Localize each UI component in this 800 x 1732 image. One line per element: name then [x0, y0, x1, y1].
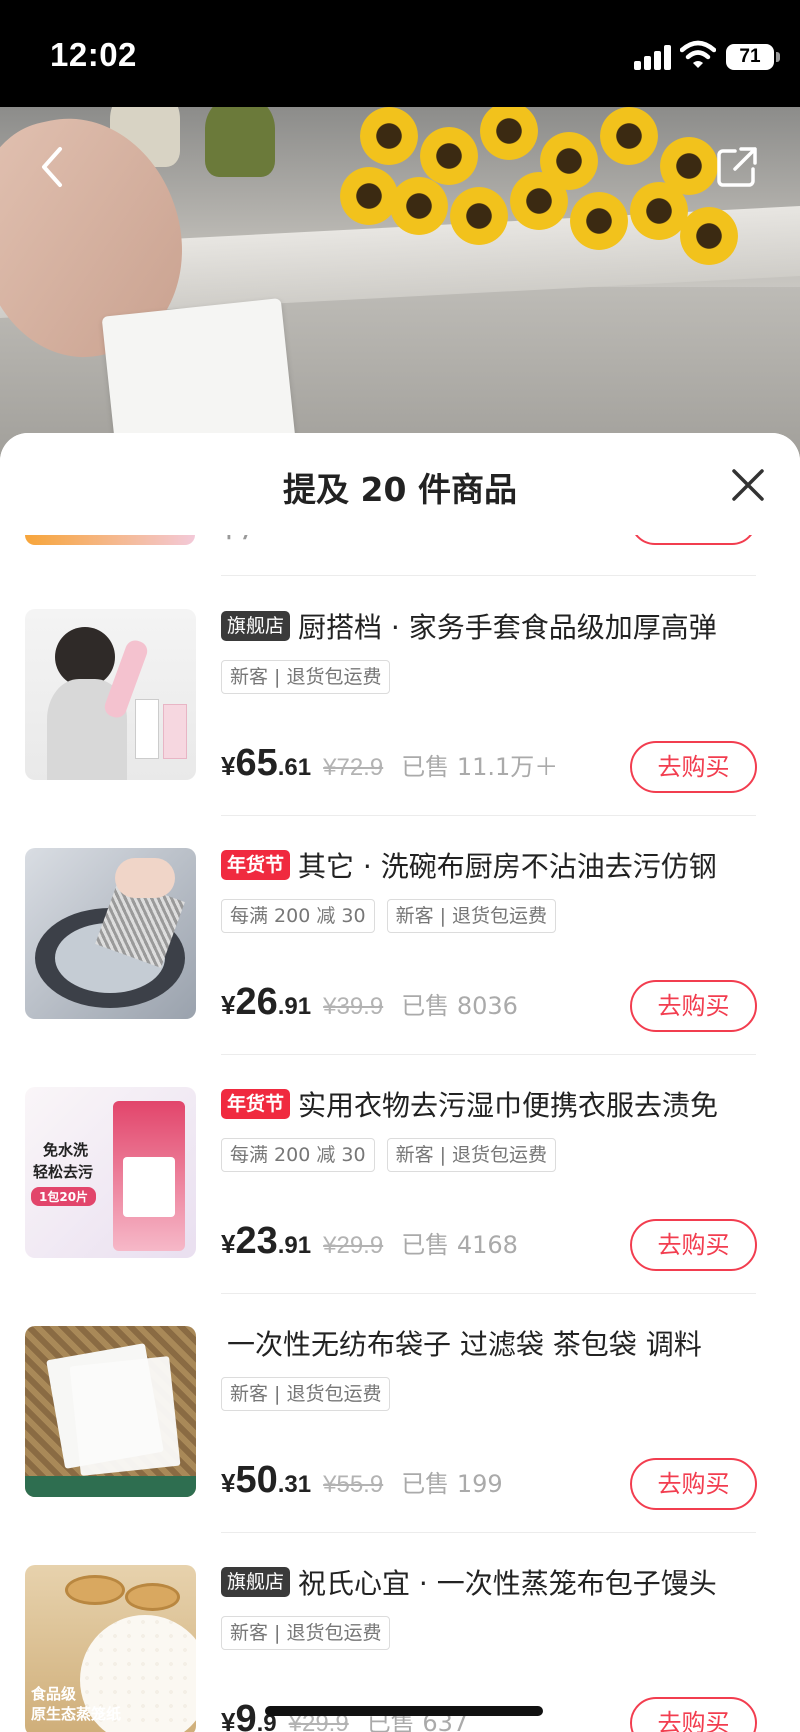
- product-thumbnail: [25, 609, 196, 780]
- original-price: ¥72.9: [323, 754, 384, 781]
- sold-count: 已售 8036: [401, 992, 518, 1020]
- status-time: 12:02: [50, 36, 137, 73]
- battery-icon: 71: [726, 44, 774, 70]
- sold-count: 已售 4168: [401, 1231, 518, 1259]
- product-tags: 每满 200 减 30 新客 | 退货包运费: [221, 899, 568, 933]
- battery-level: 71: [739, 46, 761, 67]
- tag: 新客 | 退货包运费: [221, 660, 391, 694]
- original-price: ¥55.9: [323, 1471, 384, 1498]
- price-integer: 26: [235, 981, 278, 1023]
- price-row: ¥65.61 ¥72.9 已售 11.1万＋: [221, 742, 558, 786]
- product-title: 实用衣物去污湿巾便携衣服去渍免: [298, 1089, 719, 1122]
- product-thumbnail: 食品级 原生态蒸笼纸: [25, 1565, 196, 1732]
- product-title: 厨搭档 · 家务手套食品级加厚高弹: [298, 611, 717, 644]
- price-symbol: ¥: [221, 1468, 236, 1498]
- tag: 新客 | 退货包运费: [386, 899, 557, 933]
- product-thumbnail: 免水洗 轻松去污 1包20片: [25, 1087, 196, 1258]
- original-price: ¥39.9: [323, 993, 384, 1020]
- thumb-text: 轻松去污: [33, 1163, 94, 1181]
- price-row: ¥23.91 ¥29.9 已售 4168: [221, 1220, 518, 1264]
- product-tags: 每满 200 减 30 新客 | 退货包运费: [221, 1138, 568, 1172]
- product-tags: 新客 | 退货包运费: [221, 1377, 402, 1411]
- festival-badge: 年货节: [221, 1089, 291, 1119]
- price-integer: 9: [235, 1698, 257, 1732]
- product-tags: 新客 | 退货包运费: [221, 1616, 402, 1650]
- thumb-text: 食品级: [31, 1685, 77, 1703]
- price-symbol: ¥: [221, 990, 236, 1020]
- flagship-badge: 旗舰店: [221, 1567, 291, 1597]
- price-decimal: .61: [277, 754, 312, 781]
- buy-button[interactable]: 去购买: [630, 1697, 757, 1732]
- flagship-badge: 旗舰店: [221, 611, 291, 641]
- product-title-row: 年货节 实用衣物去污湿巾便携衣服去渍免: [221, 1084, 766, 1128]
- thumb-text: 1包20片: [31, 1187, 97, 1206]
- product-title: 祝氏心宜 · 一次性蒸笼布包子馒头: [298, 1567, 717, 1600]
- sheet-header: 提及 20 件商品: [0, 433, 800, 535]
- tag: 新客 | 退货包运费: [221, 1616, 391, 1650]
- buy-button[interactable]: 去购买: [630, 980, 757, 1032]
- price-symbol: ¥: [221, 1229, 236, 1259]
- thumb-text: 免水洗: [43, 1141, 89, 1159]
- product-title-row: 一次性无纺布袋子 过滤袋 茶包袋 调料: [221, 1323, 766, 1367]
- tag: 每满 200 减 30: [221, 899, 375, 933]
- buy-button[interactable]: 去购买: [630, 1219, 757, 1271]
- product-title-row: 旗舰店 祝氏心宜 · 一次性蒸笼布包子馒头: [221, 1562, 766, 1606]
- product-title: 一次性无纺布袋子 过滤袋 茶包袋 调料: [227, 1328, 702, 1361]
- wifi-icon: [680, 40, 716, 68]
- status-bar: 12:02 71: [0, 0, 800, 107]
- festival-badge: 年货节: [221, 850, 291, 880]
- price-integer: 23: [235, 1220, 278, 1262]
- cellular-signal-icon: [634, 44, 672, 70]
- sheet-title: 提及 20 件商品: [283, 470, 517, 509]
- sunflowers-image: [330, 107, 750, 307]
- close-icon[interactable]: [728, 465, 768, 505]
- product-thumbnail: [25, 1326, 196, 1497]
- price-decimal: .31: [277, 1471, 312, 1498]
- figurine-image: [205, 107, 275, 177]
- price-decimal: .91: [277, 993, 312, 1020]
- price-integer: 50: [235, 1459, 278, 1501]
- home-indicator[interactable]: [265, 1706, 543, 1716]
- price-row: ¥50.31 ¥55.9 已售 199: [221, 1459, 503, 1503]
- list-item[interactable]: 一次性无纺布袋子 过滤袋 茶包袋 调料 新客 | 退货包运费 ¥50.31 ¥55…: [0, 1293, 800, 1532]
- product-thumbnail: [25, 848, 196, 1019]
- buy-button[interactable]: 去购买: [630, 1458, 757, 1510]
- product-title-row: 旗舰店 厨搭档 · 家务手套食品级加厚高弹: [221, 606, 766, 650]
- list-item[interactable]: 食品级 原生态蒸笼纸 旗舰店 祝氏心宜 · 一次性蒸笼布包子馒头 新客 | 退货包…: [0, 1532, 800, 1732]
- sold-count: 已售 11.1万＋: [401, 753, 559, 781]
- price-symbol: ¥: [221, 751, 236, 781]
- list-item[interactable]: 旗舰店 厨搭档 · 家务手套食品级加厚高弹 新客 | 退货包运费 ¥65.61 ¥7…: [0, 576, 800, 815]
- price-row: ¥26.91 ¥39.9 已售 8036: [221, 981, 518, 1025]
- buy-button[interactable]: 去购买: [630, 741, 757, 793]
- list-item[interactable]: 免水洗 轻松去污 1包20片 年货节 实用衣物去污湿巾便携衣服去渍免 每满 200…: [0, 1054, 800, 1293]
- share-icon[interactable]: [715, 145, 759, 189]
- product-title: 其它 · 洗碗布厨房不沾油去污仿钢: [298, 850, 717, 883]
- video-background: [0, 107, 800, 467]
- price-symbol: ¥: [221, 1707, 236, 1732]
- sold-count: 已售 199: [401, 1470, 503, 1498]
- list-item[interactable]: 年货节 其它 · 洗碗布厨房不沾油去污仿钢 每满 200 减 30 新客 | 退货包…: [0, 815, 800, 1054]
- thumb-text: 原生态蒸笼纸: [31, 1705, 122, 1723]
- price-decimal: .91: [277, 1232, 312, 1259]
- original-price: ¥29.9: [323, 1232, 384, 1259]
- price-integer: 65: [235, 742, 278, 784]
- product-title-row: 年货节 其它 · 洗碗布厨房不沾油去污仿钢: [221, 845, 766, 889]
- tag: 新客 | 退货包运费: [221, 1377, 391, 1411]
- back-arrow-icon[interactable]: [36, 145, 68, 189]
- product-tags: 新客 | 退货包运费: [221, 660, 402, 694]
- tag: 新客 | 退货包运费: [386, 1138, 557, 1172]
- battery-cap: [776, 52, 780, 62]
- tag: 每满 200 减 30: [221, 1138, 375, 1172]
- products-sheet: 提及 20 件商品 ¥7 旗舰店 厨搭档 · 家务手套食品级加厚高弹 新客 | …: [0, 433, 800, 1732]
